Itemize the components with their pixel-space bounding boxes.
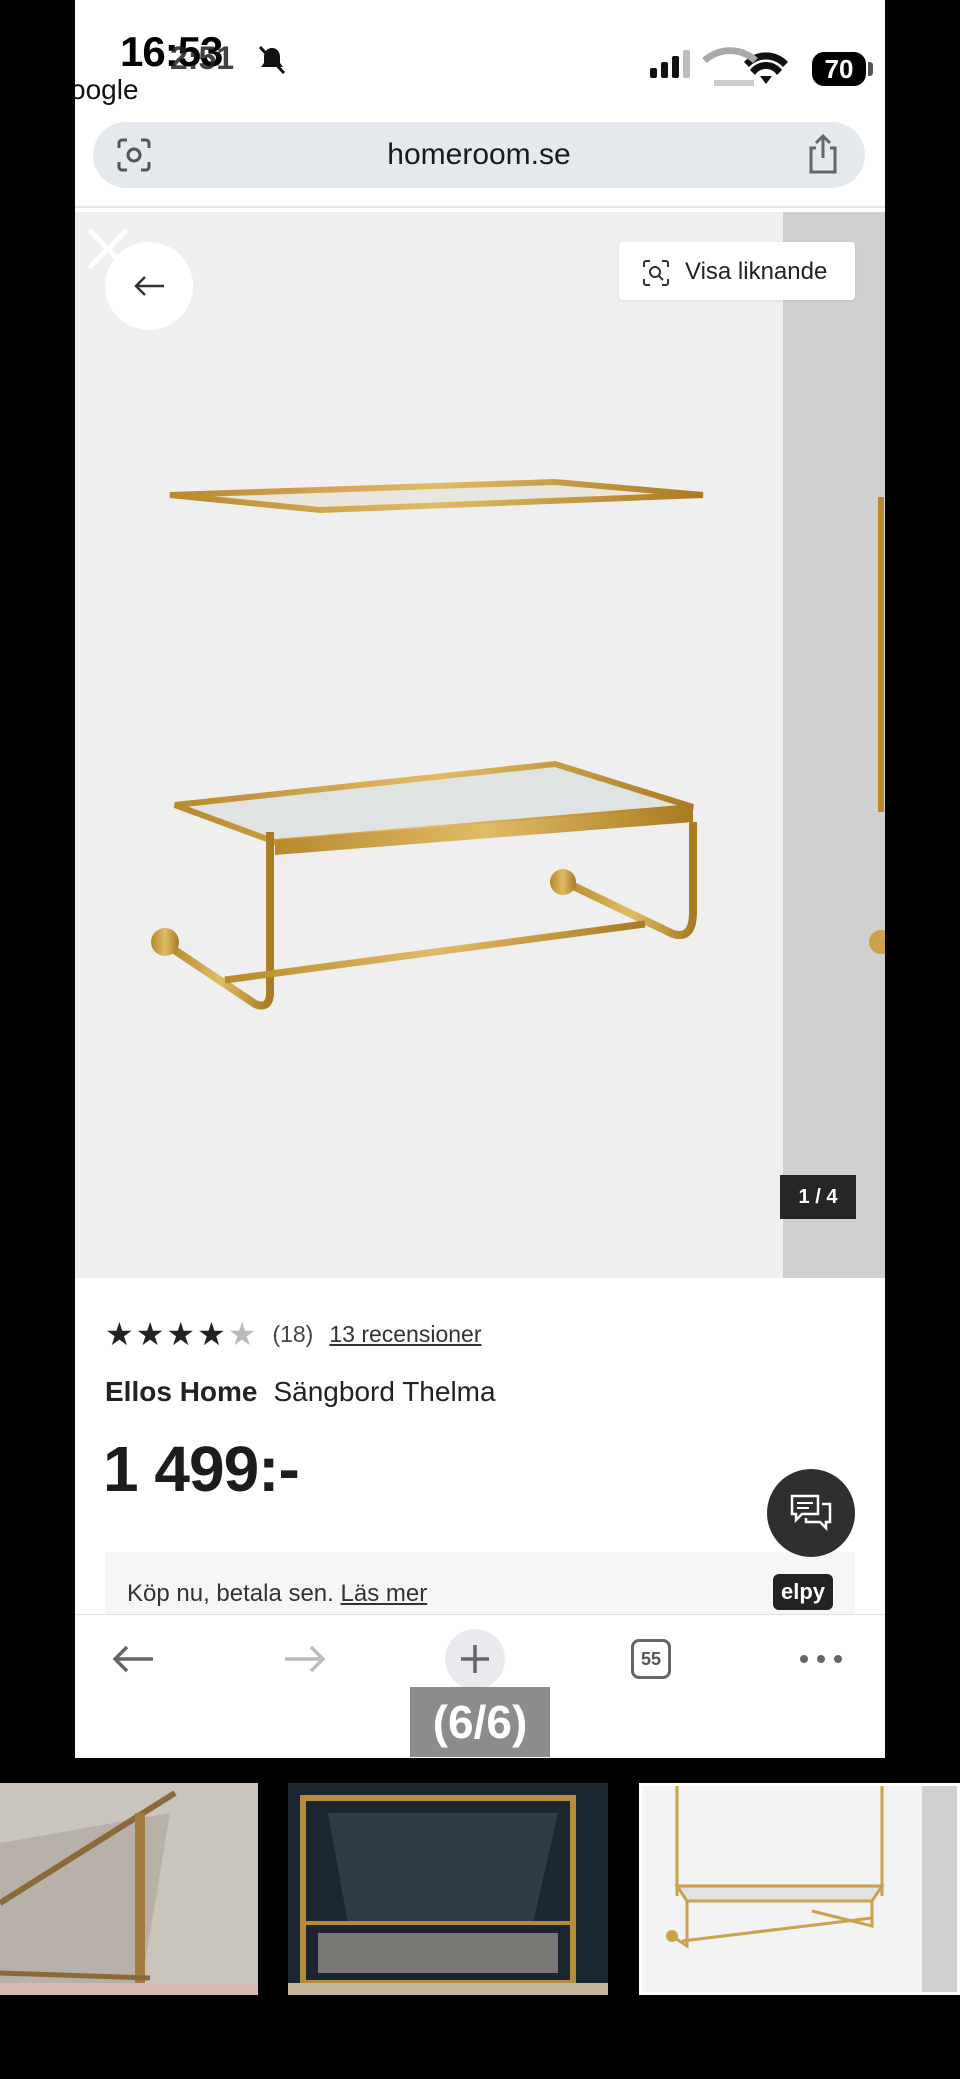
share-icon[interactable] <box>803 132 843 176</box>
product-brand[interactable]: Ellos Home <box>105 1376 257 1407</box>
star-rating: ★★★★★ <box>105 1316 259 1352</box>
divider <box>75 206 885 208</box>
phone-screen: 16:53 2:51 oogle 70 homeroom.se Visa lik… <box>75 0 885 1758</box>
status-time-overlay: 2:51 <box>170 40 235 76</box>
show-similar-button[interactable]: Visa liknande <box>619 242 855 300</box>
payment-text-main: Köp nu, betala sen. <box>127 1580 334 1607</box>
tab-count: 55 <box>631 1639 671 1679</box>
arrow-right-icon <box>285 1645 326 1673</box>
forward-button[interactable] <box>275 1629 335 1689</box>
image-counter: 1 / 4 <box>780 1175 856 1219</box>
product-price: 1 499:- <box>103 1433 300 1505</box>
product-gallery[interactable]: Visa liknande 1 / 4 <box>75 212 885 1278</box>
shelf-illustration <box>151 478 707 1010</box>
thumbnail-2[interactable] <box>288 1783 608 1995</box>
back-button[interactable] <box>103 1629 163 1689</box>
elpy-logo: elpy <box>773 1574 833 1610</box>
product-name: Sängbord Thelma <box>273 1376 496 1407</box>
next-image-shelf <box>869 497 885 954</box>
reviews-link[interactable]: 13 recensioner <box>329 1321 481 1348</box>
tabs-button[interactable]: 55 <box>621 1629 681 1689</box>
wifi-icon <box>702 47 788 86</box>
read-more-link[interactable]: Läs mer <box>341 1580 428 1607</box>
url-text[interactable]: homeroom.se <box>93 138 865 172</box>
product-image[interactable] <box>75 212 783 1278</box>
visual-search-icon <box>643 260 669 286</box>
more-menu-button[interactable] <box>791 1629 851 1689</box>
payment-text: Köp nu, betala sen. Läs mer <box>127 1580 427 1608</box>
page-count-badge: (6/6) <box>410 1687 550 1757</box>
more-dots-icon <box>800 1655 842 1663</box>
gallery-back-button[interactable] <box>105 242 193 330</box>
chat-icon <box>790 1494 832 1532</box>
thumbnail-1[interactable] <box>0 1783 258 1995</box>
status-bar: 16:53 2:51 oogle 70 <box>75 0 885 118</box>
battery-tip <box>868 62 873 76</box>
plus-icon <box>461 1645 489 1673</box>
next-image-preview[interactable] <box>783 212 885 1278</box>
new-tab-button[interactable] <box>445 1629 505 1689</box>
product-title: Ellos Home Sängbord Thelma <box>105 1376 496 1408</box>
arrow-left-icon <box>134 276 164 296</box>
rating-count: (18) <box>272 1320 314 1347</box>
thumbnail-image <box>642 1786 957 1992</box>
arrow-left-icon <box>112 1645 153 1673</box>
thumbnail-3-selected[interactable] <box>639 1783 960 1995</box>
product-rating: ★★★★★ (18) 13 recensioner <box>105 1316 482 1352</box>
bell-muted-icon <box>258 45 286 75</box>
thumbnail-image <box>288 1783 608 1995</box>
thumbnail-image <box>0 1783 258 1995</box>
chat-button[interactable] <box>767 1469 855 1557</box>
show-similar-label: Visa liknande <box>685 258 828 285</box>
back-to-app-label[interactable]: oogle <box>75 74 139 106</box>
battery-indicator: 70 <box>812 52 866 86</box>
address-bar[interactable]: homeroom.se <box>93 122 865 188</box>
